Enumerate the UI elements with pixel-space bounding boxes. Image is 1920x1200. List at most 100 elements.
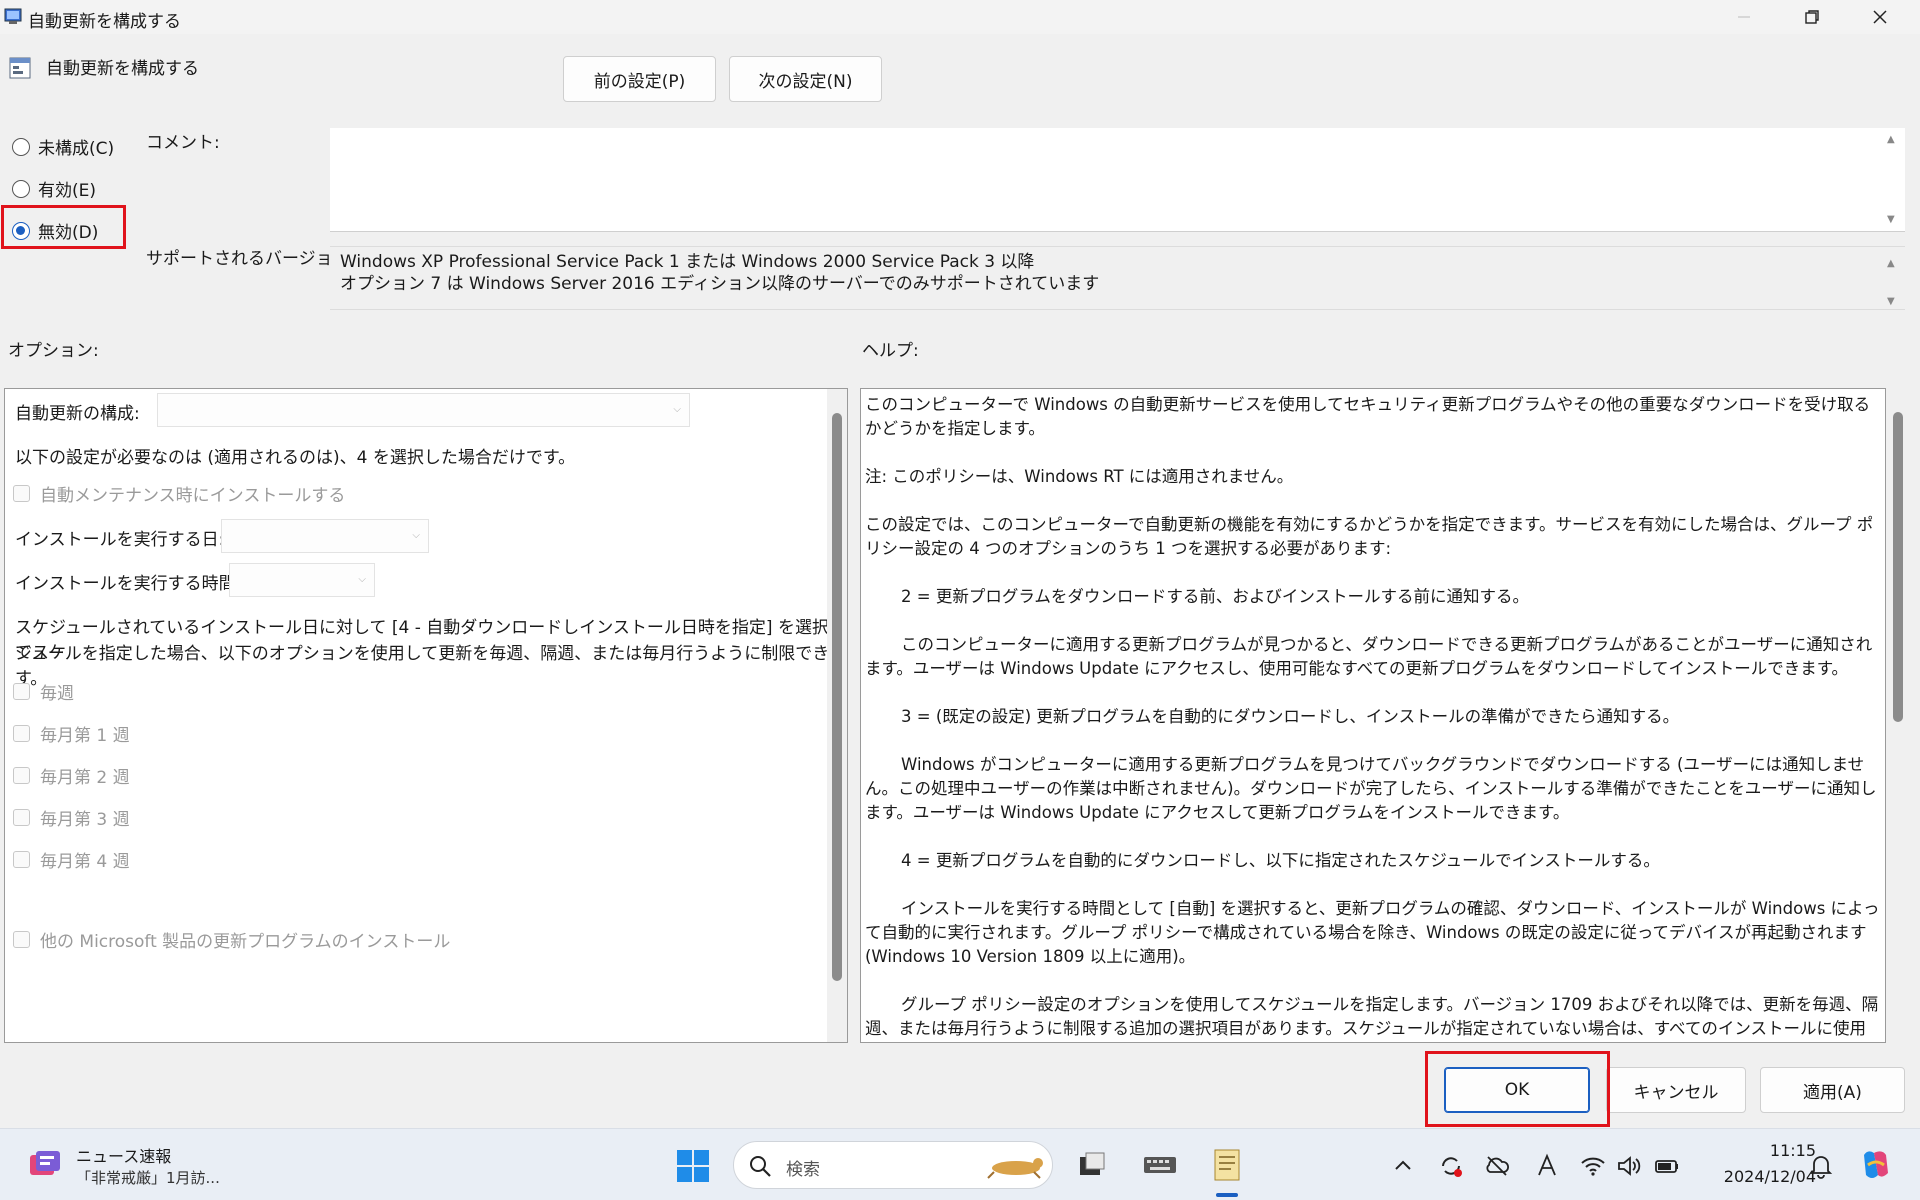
install-day-label: インストールを実行する日: bbox=[15, 530, 225, 550]
help-paragraph: このコンピューターに適用する更新プログラムが見つかると、ダウンロードできる更新プ… bbox=[865, 635, 1873, 678]
week1-checkbox[interactable] bbox=[13, 725, 30, 742]
help-paragraph: グループ ポリシー設定のオプションを使用してスケジュールを指定します。バージョン… bbox=[865, 995, 1879, 1038]
keyboard-icon[interactable] bbox=[1142, 1147, 1178, 1183]
policy-setting-icon bbox=[9, 57, 31, 79]
cancel-button[interactable]: キャンセル bbox=[1606, 1067, 1746, 1113]
help-label: ヘルプ: bbox=[862, 341, 919, 361]
supported-label: サポートされるバージョン: bbox=[146, 249, 356, 269]
install-time-label: インストールを実行する時間: bbox=[15, 574, 242, 594]
window-title: 自動更新を構成する bbox=[28, 12, 181, 32]
options-scroll-thumb[interactable] bbox=[832, 413, 842, 981]
radio-enabled[interactable]: 有効(E) bbox=[12, 176, 96, 201]
search-highlight-icon bbox=[987, 1158, 1043, 1179]
policy-app-icon bbox=[4, 8, 22, 24]
configure-label: 自動更新の構成: bbox=[15, 404, 140, 424]
policy-editor-taskbar-icon[interactable] bbox=[1209, 1147, 1245, 1183]
policy-dialog: 自動更新を構成する 自動更新を構成する 前の設定(P) 次の設定(N) 未構成(… bbox=[0, 0, 1920, 1128]
clock-date[interactable]: 2024/12/04 bbox=[1700, 1167, 1816, 1186]
comment-scroll-down-icon[interactable]: ▼ bbox=[1887, 214, 1901, 225]
chevron-up-icon[interactable] bbox=[1390, 1153, 1416, 1179]
weekly-checkbox-row[interactable]: 毎週 bbox=[13, 679, 74, 704]
chevron-down-icon: ⌵ bbox=[412, 530, 420, 541]
radio-enabled-circle[interactable] bbox=[12, 179, 30, 198]
comment-scroll-up-icon[interactable]: ▲ bbox=[1887, 134, 1901, 145]
install-time-select[interactable]: ⌵ bbox=[229, 563, 375, 597]
options-scrollbar[interactable] bbox=[827, 389, 847, 1042]
week4-checkbox-row[interactable]: 毎月第 4 週 bbox=[13, 847, 130, 872]
help-scroll-thumb[interactable] bbox=[1893, 412, 1903, 722]
wifi-icon[interactable] bbox=[1580, 1153, 1606, 1179]
notification-bell-icon[interactable] bbox=[1808, 1153, 1834, 1179]
supported-versions-box: Windows XP Professional Service Pack 1 ま… bbox=[330, 246, 1905, 310]
chevron-down-icon: ⌵ bbox=[358, 574, 366, 585]
week2-checkbox[interactable] bbox=[13, 767, 30, 784]
task-view-icon[interactable] bbox=[1074, 1147, 1110, 1183]
configure-select[interactable]: ⌵ bbox=[157, 393, 690, 427]
schedule-note-line-2: ジュールを指定した場合、以下のオプションを使用して更新を毎週、隔週、または毎月行… bbox=[15, 644, 847, 689]
help-paragraph: 2 = 更新プログラムをダウンロードする前、およびインストールする前に通知する。 bbox=[901, 587, 1529, 606]
help-text: このコンピューターで Windows の自動更新サービスを使用してセキュリティ更… bbox=[865, 393, 1881, 1042]
comment-label: コメント: bbox=[146, 133, 220, 153]
windows-start-icon[interactable] bbox=[676, 1149, 710, 1183]
week3-checkbox[interactable] bbox=[13, 809, 30, 826]
install-day-select[interactable]: ⌵ bbox=[221, 519, 429, 553]
sync-icon[interactable] bbox=[1438, 1153, 1464, 1179]
minimize-button[interactable] bbox=[1714, 0, 1774, 34]
supported-scroll-up-icon[interactable]: ▲ bbox=[1887, 253, 1901, 275]
taskbar: ニュース速報 「非常戒厳」1月訪... 検索 11:15 2024/12/04 bbox=[0, 1128, 1920, 1200]
active-app-indicator bbox=[1216, 1193, 1238, 1197]
week3-checkbox-row[interactable]: 毎月第 3 週 bbox=[13, 805, 130, 830]
weekly-checkbox[interactable] bbox=[13, 683, 30, 700]
close-button[interactable] bbox=[1850, 0, 1910, 34]
other-products-checkbox[interactable] bbox=[13, 931, 30, 948]
help-paragraph: 注: このポリシーは、Windows RT には適用されません。 bbox=[865, 467, 1294, 486]
volume-icon[interactable] bbox=[1616, 1153, 1642, 1179]
radio-not-configured-circle[interactable] bbox=[12, 137, 30, 156]
supported-scroll-down-icon[interactable]: ▼ bbox=[1887, 291, 1901, 313]
ime-mode-icon[interactable] bbox=[1534, 1153, 1560, 1179]
help-scrollbar[interactable] bbox=[1890, 388, 1906, 1043]
other-products-label: 他の Microsoft 製品の更新プログラムのインストール bbox=[40, 932, 451, 952]
comment-textarea[interactable]: ▲ ▼ bbox=[330, 128, 1905, 232]
supported-line-1: Windows XP Professional Service Pack 1 ま… bbox=[340, 252, 1035, 272]
highlight-ok-button bbox=[1425, 1051, 1610, 1127]
next-setting-button[interactable]: 次の設定(N) bbox=[729, 56, 882, 102]
minimize-icon bbox=[1738, 16, 1750, 18]
help-pane: このコンピューターで Windows の自動更新サービスを使用してセキュリティ更… bbox=[860, 388, 1886, 1043]
copilot-icon[interactable] bbox=[1858, 1147, 1894, 1183]
chevron-down-icon: ⌵ bbox=[673, 404, 681, 415]
options-label: オプション: bbox=[8, 341, 99, 361]
close-icon bbox=[1873, 10, 1887, 24]
news-subtitle[interactable]: 「非常戒厳」1月訪... bbox=[76, 1167, 220, 1188]
battery-icon[interactable] bbox=[1654, 1153, 1680, 1179]
policy-name: 自動更新を構成する bbox=[46, 59, 199, 79]
options-pane: 自動更新の構成: ⌵ 以下の設定が必要なのは (適用されるのは)、4 を選択した… bbox=[4, 388, 848, 1043]
apply-button[interactable]: 適用(A) bbox=[1760, 1067, 1905, 1113]
previous-setting-button[interactable]: 前の設定(P) bbox=[563, 56, 716, 102]
maintenance-checkbox[interactable] bbox=[13, 485, 30, 502]
week1-label: 毎月第 1 週 bbox=[40, 726, 130, 746]
week4-label: 毎月第 4 週 bbox=[40, 852, 130, 872]
restore-button[interactable] bbox=[1782, 0, 1842, 34]
help-paragraph: このコンピューターで Windows の自動更新サービスを使用してセキュリティ更… bbox=[865, 395, 1871, 438]
radio-not-configured[interactable]: 未構成(C) bbox=[12, 134, 114, 159]
week2-checkbox-row[interactable]: 毎月第 2 週 bbox=[13, 763, 130, 788]
search-placeholder: 検索 bbox=[786, 1160, 820, 1180]
other-products-checkbox-row[interactable]: 他の Microsoft 製品の更新プログラムのインストール bbox=[13, 927, 450, 952]
week3-label: 毎月第 3 週 bbox=[40, 810, 130, 830]
maintenance-checkbox-row[interactable]: 自動メンテナンス時にインストールする bbox=[13, 481, 345, 506]
weekly-label: 毎週 bbox=[40, 684, 74, 704]
cloud-offline-icon[interactable] bbox=[1484, 1153, 1510, 1179]
maintenance-label: 自動メンテナンス時にインストールする bbox=[40, 486, 346, 506]
news-title[interactable]: ニュース速報 bbox=[76, 1143, 171, 1167]
schedule-required-note: 以下の設定が必要なのは (適用されるのは)、4 を選択した場合だけです。 bbox=[15, 448, 576, 468]
week2-label: 毎月第 2 週 bbox=[40, 768, 130, 788]
title-bar: 自動更新を構成する bbox=[0, 0, 1920, 34]
highlight-disabled-option bbox=[1, 205, 126, 249]
help-paragraph: インストールを実行する時間として [自動] を選択すると、更新プログラムの確認、… bbox=[865, 899, 1880, 966]
taskbar-search[interactable]: 検索 bbox=[733, 1141, 1053, 1189]
clock-time[interactable]: 11:15 bbox=[1752, 1141, 1816, 1160]
news-widget-icon[interactable] bbox=[28, 1149, 62, 1181]
week1-checkbox-row[interactable]: 毎月第 1 週 bbox=[13, 721, 130, 746]
week4-checkbox[interactable] bbox=[13, 851, 30, 868]
